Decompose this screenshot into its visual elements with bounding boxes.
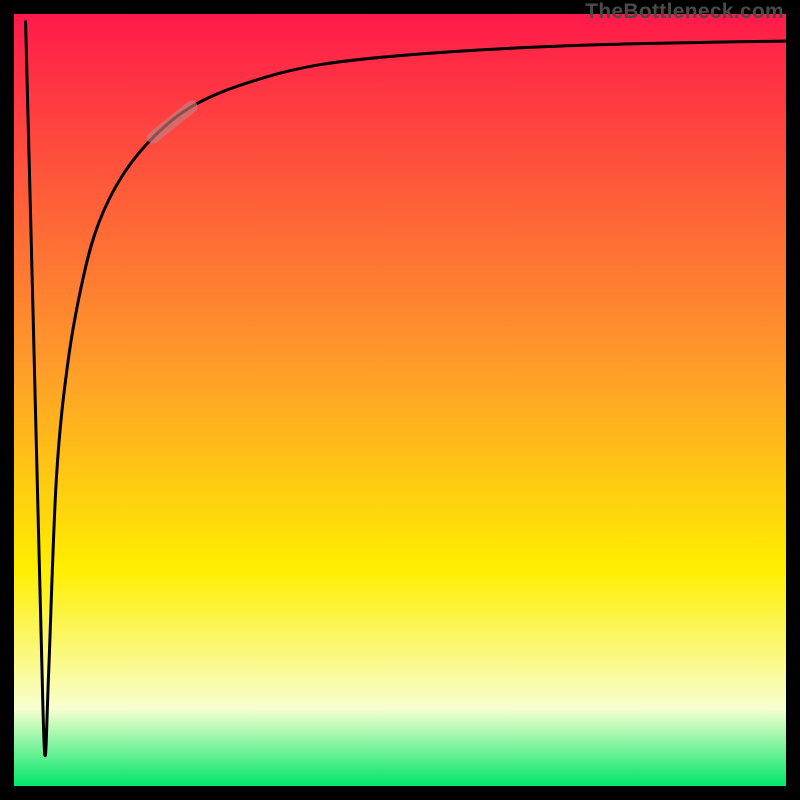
chart-frame: TheBottleneck.com: [0, 0, 800, 800]
chart-svg: [14, 14, 786, 786]
watermark-text: TheBottleneck.com: [585, 0, 784, 24]
gradient-background: [14, 14, 786, 786]
plot-area: [14, 14, 786, 786]
